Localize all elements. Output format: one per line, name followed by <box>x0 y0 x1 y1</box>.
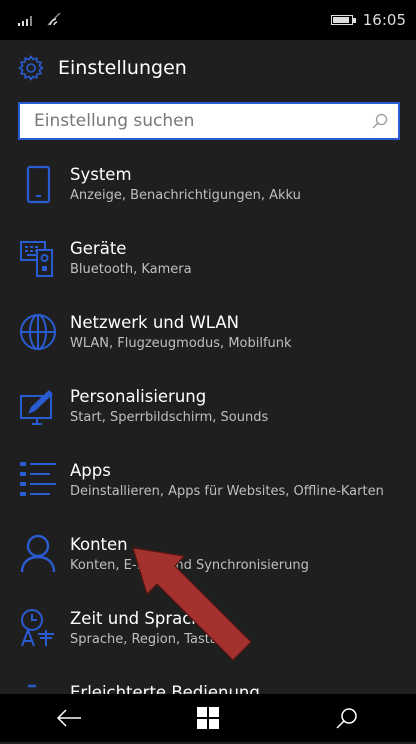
status-time: 16:05 <box>362 11 406 29</box>
windows-icon <box>196 707 219 729</box>
time-language-icon <box>21 609 54 647</box>
signal-icon <box>18 16 32 26</box>
search-icon <box>336 708 357 729</box>
back-button[interactable] <box>39 694 99 742</box>
settings-item-label: Personalisierung <box>70 387 207 406</box>
status-right: 16:05 <box>330 11 406 29</box>
settings-item-apps[interactable]: Apps Deinstallieren, Apps für Websites, … <box>0 458 416 522</box>
phone-icon <box>26 165 51 204</box>
settings-item-desc: Start, Sperrbildschirm, Sounds <box>70 410 269 425</box>
settings-item-geraete[interactable]: Geräte Bluetooth, Kamera <box>0 236 416 300</box>
settings-item-desc: WLAN, Flugzeugmodus, Mobilfunk <box>70 336 292 351</box>
settings-item-label: Netzwerk und WLAN <box>70 313 240 332</box>
settings-item-desc: Deinstallieren, Apps für Websites, Offli… <box>70 484 384 499</box>
settings-item-desc: Konten, E-Mail und Synchronisierung <box>70 558 309 573</box>
search-icon[interactable] <box>372 113 388 129</box>
settings-item-desc: Bluetooth, Kamera <box>70 262 192 277</box>
list-icon <box>20 462 56 496</box>
settings-item-desc: Anzeige, Benachrichtigungen, Akku <box>70 188 301 203</box>
person-icon <box>20 534 56 573</box>
devices-icon <box>20 241 53 277</box>
start-button[interactable] <box>178 694 238 742</box>
back-arrow-icon <box>57 709 82 727</box>
wifi-icon <box>47 13 61 26</box>
settings-item-label: Konten <box>70 535 128 554</box>
page-header: Einstellungen <box>18 48 187 88</box>
settings-item-label: System <box>70 165 132 184</box>
battery-icon <box>330 15 356 25</box>
nav-bar <box>0 694 416 742</box>
settings-item-netzwerk[interactable]: Netzwerk und WLAN WLAN, Flugzeugmodus, M… <box>0 310 416 374</box>
search-input[interactable] <box>32 110 372 132</box>
search-box[interactable] <box>18 102 400 140</box>
settings-item-personalisierung[interactable]: Personalisierung Start, Sperrbildschirm,… <box>0 384 416 448</box>
gear-icon <box>18 55 44 81</box>
page-title: Einstellungen <box>58 57 187 79</box>
nav-search-button[interactable] <box>317 694 377 742</box>
status-left <box>18 13 62 27</box>
paint-icon <box>20 390 53 425</box>
settings-item-zeit-sprache[interactable]: Zeit und Sprache Sprache, Region, Tastat… <box>0 606 416 670</box>
settings-item-system[interactable]: System Anzeige, Benachrichtigungen, Akku <box>0 162 416 226</box>
status-bar: 16:05 <box>0 0 416 40</box>
settings-item-desc: Sprache, Region, Tastatur <box>70 632 237 647</box>
settings-item-label: Apps <box>70 461 111 480</box>
globe-icon <box>20 314 56 350</box>
settings-item-label: Zeit und Sprache <box>70 609 212 628</box>
settings-item-label: Geräte <box>70 239 127 258</box>
settings-item-konten[interactable]: Konten Konten, E-Mail und Synchronisieru… <box>0 532 416 596</box>
